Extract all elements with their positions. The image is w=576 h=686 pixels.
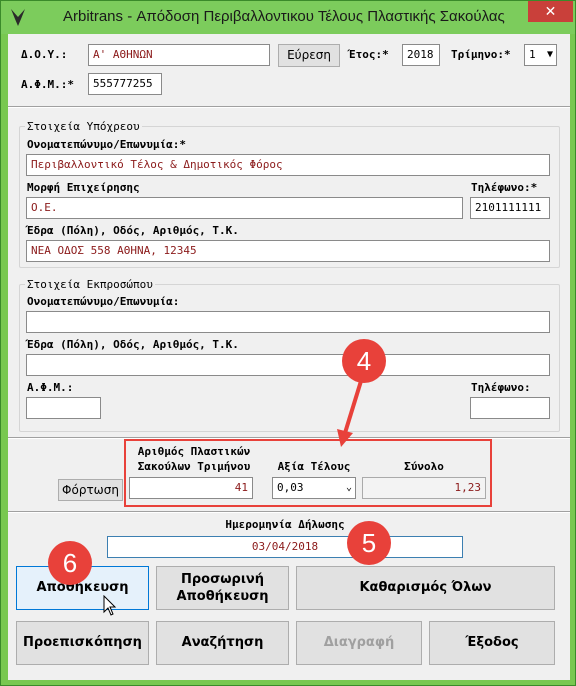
obligor-phone-field[interactable]: 2101111111: [470, 197, 550, 219]
obligor-name-label: Ονοματεπώνυμο/Επωνυμία:*: [27, 138, 186, 151]
business-form-field[interactable]: Ο.Ε.: [26, 197, 463, 219]
exit-button[interactable]: Έξοδος: [429, 621, 555, 665]
year-field[interactable]: 2018: [402, 44, 440, 66]
title-bar[interactable]: Arbitrans - Απόδοση Περιβαλλοντικου Τέλο…: [1, 1, 575, 34]
separator: [8, 511, 570, 513]
declaration-date-field[interactable]: 03/04/2018: [107, 536, 463, 558]
doy-label: Δ.Ο.Υ.:: [21, 48, 68, 61]
temp-save-button[interactable]: Προσωρινή Αποθήκευση: [156, 566, 289, 610]
obligor-address-label: Έδρα (Πόλη), Οδός, Αριθμός, Τ.Κ.: [27, 224, 239, 237]
search-button[interactable]: Αναζήτηση: [156, 621, 289, 665]
calc-highlight-box: [124, 439, 492, 507]
step-4-badge: 4: [342, 339, 386, 383]
temp-save-line2: Αποθήκευση: [176, 589, 269, 604]
obligor-group-title: Στοιχεία Υπόχρεου: [25, 120, 142, 133]
declaration-date-label: Ημερομηνία Δήλωσης: [225, 518, 345, 531]
obligor-name-field[interactable]: Περιβαλλοντικό Τέλος & Δημοτικός Φόρος: [26, 154, 550, 176]
afm-label: Α.Φ.Μ.:*: [21, 78, 74, 91]
arrow-down-icon: [337, 380, 363, 447]
business-form-label: Μορφή Επιχείρησης: [27, 181, 140, 194]
rep-afm-label: Α.Φ.Μ.:: [27, 381, 74, 394]
clear-all-button[interactable]: Καθαρισμός Όλων: [296, 566, 555, 610]
rep-phone-label: Τηλέφωνο:: [471, 381, 531, 394]
rep-phone-field[interactable]: [470, 397, 550, 419]
quarter-value: 1: [529, 48, 536, 61]
quarter-label: Τρίμηνο:*: [451, 48, 511, 61]
form-body: Δ.Ο.Υ.: Α' ΑΘΗΝΩΝ Εύρεση Έτος:* 2018 Τρί…: [8, 34, 570, 680]
delete-button[interactable]: Διαγραφή: [296, 621, 422, 665]
mouse-cursor-icon: [103, 595, 117, 616]
step-6-badge: 6: [48, 541, 92, 585]
app-logo-icon: [11, 9, 25, 26]
close-button[interactable]: ✕: [528, 1, 573, 22]
representative-group-title: Στοιχεία Εκπροσώπου: [25, 278, 155, 291]
temp-save-line1: Προσωρινή: [180, 572, 265, 587]
obligor-phone-label: Τηλέφωνο:*: [471, 181, 538, 194]
quarter-select[interactable]: 1 ▼: [524, 44, 557, 66]
load-button[interactable]: Φόρτωση: [58, 479, 123, 501]
rep-address-field[interactable]: [26, 354, 550, 376]
obligor-address-field[interactable]: ΝΕΑ ΟΔΟΣ 558 ΑΘΗΝΑ, 12345: [26, 240, 550, 262]
search-doy-button[interactable]: Εύρεση: [278, 44, 340, 67]
rep-name-field[interactable]: [26, 311, 550, 333]
afm-field[interactable]: 555777255: [88, 73, 162, 95]
preview-button[interactable]: Προεπισκόπηση: [16, 621, 149, 665]
chevron-down-icon: ▼: [546, 49, 553, 60]
rep-name-label: Ονοματεπώνυμο/Επωνυμία:: [27, 295, 180, 308]
doy-field[interactable]: Α' ΑΘΗΝΩΝ: [88, 44, 270, 66]
separator: [8, 106, 570, 108]
step-5-badge: 5: [347, 521, 391, 565]
year-label: Έτος:*: [349, 48, 389, 61]
window-title: Arbitrans - Απόδοση Περιβαλλοντικου Τέλο…: [63, 8, 505, 25]
rep-address-label: Έδρα (Πόλη), Οδός, Αριθμός, Τ.Κ.: [27, 338, 239, 351]
app-window: Arbitrans - Απόδοση Περιβαλλοντικου Τέλο…: [0, 0, 576, 686]
rep-afm-field[interactable]: [26, 397, 101, 419]
